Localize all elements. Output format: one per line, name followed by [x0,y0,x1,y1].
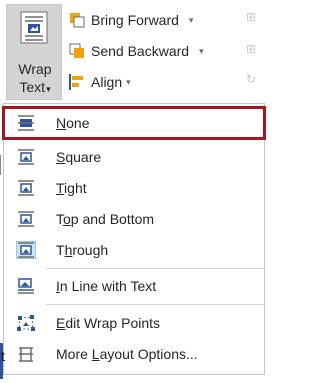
chevron-down-icon[interactable]: ▾ [189,15,194,26]
wrap-inline-icon [18,278,34,294]
menu-item-none[interactable]: None [2,106,266,140]
divider [0,155,1,175]
wrap-text-label-line1: Wrap [18,61,52,77]
rotate-icon: ↻ [246,72,257,86]
menu-item-tight[interactable]: Tight [4,173,264,203]
align-button[interactable]: Align ▾ [68,69,131,95]
send-backward-icon [69,43,84,58]
menu-item-through[interactable]: Through [4,235,264,265]
menu-item-top-and-bottom[interactable]: Top and Bottom [4,204,264,234]
document-text-fragment: t [1,348,5,364]
chevron-down-icon[interactable]: ▾ [199,46,204,57]
group-icon: ⊞ [246,42,257,56]
wrap-text-label-line2: Text▾ [19,79,51,95]
menu-item-square[interactable]: Square [4,142,264,172]
menu-item-label: Tight [56,180,87,196]
menu-separator [46,304,264,305]
menu-item-in-line-with-text[interactable]: In Line with Text [4,271,264,301]
layout-options-icon [19,347,33,362]
wrap-text-icon [20,11,48,44]
wrap-square-icon [18,149,34,165]
chevron-down-icon: ▾ [46,84,51,94]
menu-item-label: More Layout Options... [56,346,198,362]
wrap-none-icon [18,115,34,131]
bring-forward-button[interactable]: Bring Forward ▾ [68,7,193,33]
menu-separator [46,268,264,269]
menu-item-label: None [56,115,90,131]
wrap-top-bottom-icon [18,211,34,227]
send-backward-button[interactable]: Send Backward ▾ [68,38,204,64]
align-icon [69,74,83,90]
menu-item-label: In Line with Text [56,278,157,294]
edit-wrap-points-icon [17,315,35,331]
chevron-down-icon[interactable]: ▾ [126,77,131,88]
wrap-text-button[interactable]: Wrap Text▾ [6,4,62,100]
menu-item-more-layout-options[interactable]: More Layout Options... [4,339,264,369]
bring-forward-icon [70,13,85,28]
wrap-text-menu: None Square Tight Top and Bottom Through… [2,103,266,375]
menu-item-label: Square [56,149,102,165]
menu-item-label: Top and Bottom [56,211,155,227]
menu-item-label: Edit Wrap Points [56,315,161,331]
group-icon: ⊞ [246,10,257,24]
align-label: Align [91,74,123,90]
arrange-ribbon-group: Wrap Text▾ Bring Forward ▾ Send Backward… [0,0,263,103]
wrap-tight-icon [18,180,34,196]
send-backward-label: Send Backward [91,43,190,59]
menu-item-label: Through [56,242,109,258]
menu-item-edit-wrap-points[interactable]: Edit Wrap Points [4,308,264,338]
bring-forward-label: Bring Forward [91,12,179,28]
wrap-through-icon [16,241,36,259]
